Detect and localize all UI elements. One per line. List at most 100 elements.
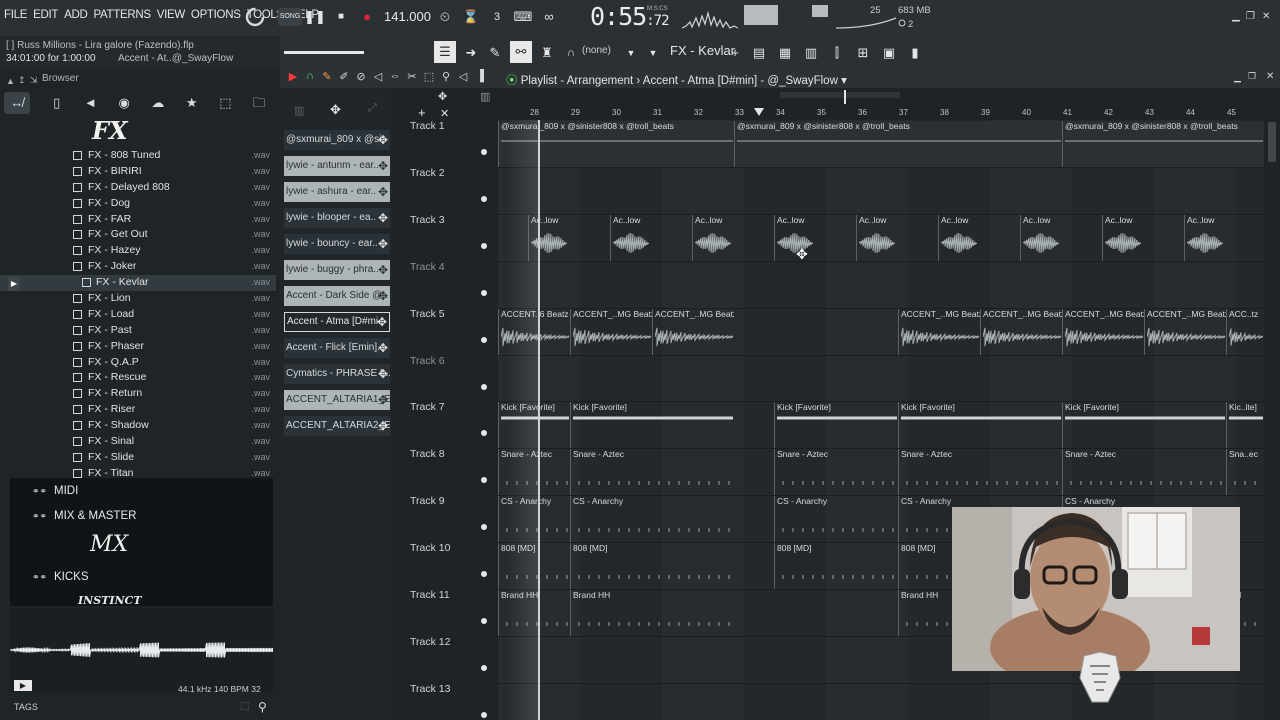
picker-clip[interactable]: Accent - Dark Side @.. ✥ — [284, 286, 390, 306]
playlist-maximize-icon[interactable]: ❐ — [1248, 71, 1256, 82]
tempo-display[interactable]: 141.000 — [384, 9, 431, 24]
snap-icon[interactable]: ☰ — [434, 41, 456, 63]
track-enable-led[interactable] — [481, 524, 487, 531]
browser-file-item[interactable]: FX - Get Out .wav — [0, 227, 276, 243]
browser-file-item[interactable]: FX - FAR .wav — [0, 212, 276, 228]
picker-clip[interactable]: lywie - blooper - ea.. ✥ — [284, 208, 390, 228]
clip-handle-icon[interactable]: ✥ — [378, 338, 388, 358]
menu-options[interactable]: OPTIONS — [191, 9, 241, 21]
track-enable-led[interactable] — [481, 149, 487, 155]
play-pause-button[interactable]: ❚❚ — [304, 7, 326, 27]
pattern-selector[interactable]: (none) — [582, 45, 611, 56]
track-header[interactable]: Track 8 — [410, 448, 490, 495]
clip-handle-icon[interactable]: ✥ — [378, 234, 388, 254]
clip-handle-icon[interactable]: ✥ — [378, 130, 388, 150]
magnet-icon[interactable]: ∩ — [562, 44, 580, 62]
playlist-clip[interactable]: CS - Anarchy — [774, 496, 898, 543]
playlist-clip[interactable]: Ac..low — [774, 214, 814, 261]
track-header[interactable]: Track 5 — [410, 308, 490, 355]
track-header[interactable]: Track 10 — [410, 542, 490, 589]
playlist-clip[interactable]: Kick [Favorite] — [570, 402, 734, 449]
horizontal-scrollbar[interactable] — [780, 92, 900, 98]
playlist-close-icon[interactable]: ✕ — [1266, 71, 1274, 82]
playlist-minimize-icon[interactable]: ▁ — [1234, 72, 1241, 83]
loop-record-icon[interactable]: ∞ — [538, 7, 560, 27]
close-icon[interactable]: ✕ — [1262, 11, 1270, 22]
playlist-clip[interactable]: Kick [Favorite] — [898, 402, 1062, 449]
metronome-icon[interactable]: ⏲ — [434, 7, 456, 27]
mute-tool-icon[interactable]: ◁ — [371, 70, 385, 83]
track-header[interactable]: Track 11 — [410, 589, 490, 636]
track-header[interactable]: Track 9 — [410, 495, 490, 542]
clip-handle-icon[interactable]: ✥ — [378, 364, 388, 384]
browser-file-item[interactable]: FX - Rescue .wav — [0, 370, 276, 386]
browser-file-item[interactable]: FX - Return .wav — [0, 386, 276, 402]
link-icon[interactable]: ⚯ — [510, 41, 532, 63]
playlist-clip[interactable]: Ac..low — [856, 214, 896, 261]
arrow-up-icon[interactable]: ▲ — [6, 76, 15, 86]
play-preview-icon[interactable]: ▶ — [14, 680, 32, 691]
track-enable-led[interactable] — [481, 664, 487, 671]
piano-roll-icon[interactable]: ▦ — [776, 44, 794, 62]
browser-file-item[interactable]: FX - Q.A.P .wav — [0, 355, 276, 371]
browser-file-item[interactable]: FX - Load .wav — [0, 307, 276, 323]
playlist-clip[interactable]: @sxmurai_809 x @sinister808 x @troll_bea… — [1062, 121, 1264, 167]
picker-clip[interactable]: lywie - bouncy - ear.. ✥ — [284, 234, 390, 254]
track-enable-led[interactable] — [481, 242, 487, 249]
browser-file-item[interactable]: FX - Joker .wav — [0, 259, 276, 275]
browser-file-item[interactable]: FX - Sinal .wav — [0, 434, 276, 450]
playlist-clip[interactable]: 808 [MD] — [774, 543, 898, 590]
picker-clip[interactable]: ACCENT_ALTARIA2_E.. ✥ — [284, 416, 390, 436]
playlist-clip[interactable]: Snare - Aztec — [898, 449, 1062, 496]
add-track-icon[interactable]: + — [418, 105, 426, 120]
picker-clip[interactable]: Accent - Flick [Emin].. ✥ — [284, 338, 390, 358]
menu-view[interactable]: VIEW — [157, 9, 186, 21]
track-enable-led[interactable] — [481, 289, 487, 296]
playlist-clip[interactable]: ACCENT_..MG Beatz — [980, 308, 1062, 355]
tag-filter-icon[interactable]: ⬚ — [240, 701, 249, 712]
browser-file-item[interactable]: FX - Slide .wav — [0, 450, 276, 466]
paint-tool-icon[interactable]: ✐ — [337, 70, 351, 83]
playlist-clip[interactable]: Snare - Aztec — [1062, 449, 1226, 496]
plugin-tab-icon[interactable]: ◉ — [107, 92, 141, 114]
sample-preview-waveform[interactable] — [10, 608, 273, 692]
playlist-clip[interactable]: Ac..low — [610, 214, 650, 261]
track-enable-led[interactable] — [481, 618, 487, 624]
wait-icon[interactable]: ⌛ — [460, 7, 482, 27]
clip-handle-icon[interactable]: ✥ — [378, 416, 388, 436]
browser-file-item[interactable]: FX - 808 Tuned .wav — [0, 148, 276, 164]
stop-button[interactable]: ■ — [330, 7, 352, 27]
play-sample-icon[interactable]: ▶ — [8, 277, 20, 291]
track-header[interactable]: Track 7 — [410, 401, 490, 448]
playlist-clip[interactable]: Ac..low — [1184, 214, 1224, 261]
step-edit-icon[interactable]: ⌨ — [512, 7, 534, 27]
all-files-tab-icon[interactable]: ↮ — [4, 92, 30, 114]
browser-file-item[interactable]: FX - Past .wav — [0, 323, 276, 339]
folder-tab-icon[interactable]: 🗀 — [242, 92, 276, 114]
project-tab-icon[interactable]: ▯ — [40, 92, 74, 114]
search-icon[interactable]: ⚲ — [258, 700, 267, 714]
arrow-right-icon[interactable]: ➜ — [462, 44, 480, 62]
picker-clip[interactable]: Cymatics - PHRASE L.. ✥ — [284, 364, 390, 384]
picker-move-icon[interactable]: ✥ — [330, 102, 341, 118]
clip-handle-icon[interactable]: ✥ — [378, 156, 388, 176]
hand-icon[interactable]: ↥ — [18, 75, 26, 86]
delete-tool-icon[interactable]: ⊘ — [354, 70, 368, 83]
chevron-down-icon[interactable]: ▼ — [622, 44, 640, 62]
pat-song-toggle[interactable]: SONG — [278, 8, 302, 26]
magnet-snap-icon[interactable]: ∩ — [303, 70, 317, 83]
track-header[interactable]: Track 4 — [410, 261, 490, 308]
playlist-clip[interactable]: Ac..low — [1020, 214, 1060, 261]
playlist-clip[interactable]: Ac..low — [692, 214, 732, 261]
zoom-tool-icon[interactable]: ⚲ — [439, 70, 453, 83]
browser-file-item[interactable]: FX - Dog .wav — [0, 196, 276, 212]
playlist-clip[interactable]: Snare - Aztec — [570, 449, 734, 496]
tags-label[interactable]: TAGS — [14, 702, 38, 712]
playlist-clip[interactable]: Ac..low — [1102, 214, 1142, 261]
project-icon[interactable]: ▮ — [906, 44, 924, 62]
playlist-clip[interactable]: Kick [Favorite] — [774, 402, 898, 449]
playhead-marker[interactable] — [754, 108, 764, 116]
browser-file-item[interactable]: FX - Delayed 808 .wav — [0, 180, 276, 196]
clip-handle-icon[interactable]: ✥ — [378, 390, 388, 410]
track-enable-led[interactable] — [481, 711, 487, 718]
